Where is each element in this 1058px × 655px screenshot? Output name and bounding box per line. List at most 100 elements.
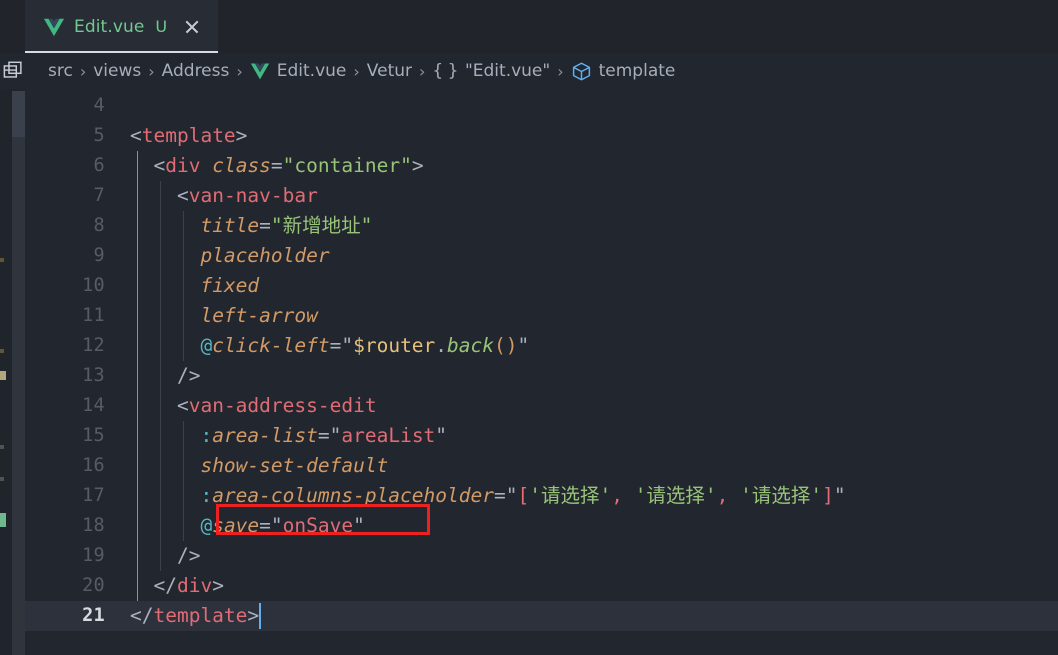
code-editor[interactable]: 4 5 <template> 6 <div class="container"> 7 <… [25,89,1058,655]
token-attr: click-left [212,334,330,357]
token-attrdir: @ [200,334,213,357]
token-expr: areaList [341,424,436,447]
code-line[interactable]: 6 <div class="container"> [25,151,1058,181]
token-str: '请选择' [529,484,612,507]
token-punct: " [505,484,518,507]
code-text: show-set-default [130,451,388,481]
close-icon[interactable] [182,17,202,37]
minimap-mark [0,349,4,353]
breadcrumb-label: Vetur [366,61,412,81]
token-punct [130,244,200,267]
token-attr: save [212,514,260,537]
code-line[interactable]: 21 </template> [25,601,1058,631]
code-line[interactable]: 5 <template> [25,121,1058,151]
breadcrumb-item-edit-vue-symbol[interactable]: { } "Edit.vue" [432,61,550,81]
minimap-mark [0,513,6,527]
line-number: 11 [82,305,105,326]
code-line[interactable]: 18 @save="onSave" [25,511,1058,541]
code-line[interactable]: 15 :area-list="areaList" [25,421,1058,451]
code-line[interactable]: 13 /> [25,361,1058,391]
breadcrumb-item-edit-vue[interactable]: Edit.vue [250,61,346,81]
minimap-mark [0,258,4,262]
code-text: :area-list="areaList" [130,421,447,451]
token-punct: = [270,154,283,177]
chevron-right-icon: › [557,61,564,81]
code-text: title="新增地址" [130,211,372,241]
editor-scrollbar[interactable] [12,91,25,655]
code-line[interactable]: 17 :area-columns-placeholder="['请选择', '请… [25,481,1058,511]
text-cursor [259,603,262,629]
editor-scrollbar-thumb[interactable] [12,91,25,137]
token-tag: template [141,124,236,147]
line-number: 17 [82,485,105,506]
code-line[interactable]: 14 <van-address-edit [25,391,1058,421]
token-attr: placeholder [200,244,330,267]
token-punct: " [270,514,283,537]
token-punct: = [317,424,330,447]
adjacent-editor-minimap-strip [0,53,25,655]
line-number: 13 [82,365,105,386]
token-punct: " [353,514,365,537]
code-line[interactable]: 10 fixed [25,271,1058,301]
breadcrumb-item-vetur[interactable]: Vetur [367,61,412,81]
breadcrumb-label: views [93,61,142,81]
cube-icon [572,62,590,80]
code-text: </div> [130,571,223,601]
token-punct: < [176,394,189,417]
token-punct: " [329,424,342,447]
editor-tab-edit-vue[interactable]: Edit.vue U [25,0,220,53]
indent-guide [183,211,184,361]
code-line[interactable]: 7 <van-nav-bar [25,181,1058,211]
token-brk: ] [822,484,834,507]
breadcrumb-label: template [598,61,676,81]
code-line[interactable]: 4 [25,91,1058,121]
token-tag: div [176,574,213,597]
code-text: @save="onSave" [130,511,365,541]
token-punct: < [176,184,189,207]
chevron-right-icon: › [353,61,360,81]
code-line[interactable]: 12 @click-left="$router.back()" [25,331,1058,361]
chevron-right-icon: › [79,61,87,81]
code-line[interactable]: 8 title="新增地址" [25,211,1058,241]
token-punct [200,154,212,177]
token-brk: [ [517,484,530,507]
line-number: 15 [82,425,105,446]
token-punct [130,574,153,597]
token-attr: show-set-default [200,454,389,477]
split-editor-icon[interactable] [3,60,25,82]
chevron-right-icon: › [236,61,243,81]
code-line[interactable]: 20 </div> [25,571,1058,601]
token-tag: van-nav-bar [188,184,318,207]
code-text: </template> [130,601,259,631]
token-punct: < [130,124,142,147]
token-punct [130,304,200,327]
vscode-window: Edit.vue U src › views › Address › Edit.… [0,0,1058,655]
code-line[interactable]: 11 left-arrow [25,301,1058,331]
breadcrumb-item-template[interactable]: template [571,61,676,82]
editor-tab-bar: Edit.vue U [0,0,1058,53]
line-number: 7 [93,185,105,206]
breadcrumb: src › views › Address › Edit.vue › Vetur… [0,53,1058,89]
token-punct: </ [130,604,154,627]
token-brk: , [611,484,635,507]
chevron-right-icon: › [148,61,155,81]
breadcrumb-item-views[interactable]: views [93,61,141,81]
breadcrumb-item-src[interactable]: src [48,61,73,81]
code-line[interactable]: 16 show-set-default [25,451,1058,481]
token-attrdir: @ [200,514,213,537]
code-text: /> [130,541,200,571]
token-punct [130,454,200,477]
breadcrumb-item-address[interactable]: Address [162,61,230,81]
line-number: 20 [82,575,105,596]
breadcrumb-label: Address [161,61,230,81]
code-line[interactable]: 9 placeholder [25,241,1058,271]
token-attrdir: : [200,424,213,447]
code-line[interactable]: 19 /> [25,541,1058,571]
tab-unsaved-badge: U [155,17,168,36]
code-text: /> [130,361,200,391]
token-attr: area-columns-placeholder [212,484,494,507]
line-number: 19 [82,545,105,566]
token-punct [130,154,153,177]
code-text: fixed [130,271,259,301]
line-number: 12 [82,335,105,356]
